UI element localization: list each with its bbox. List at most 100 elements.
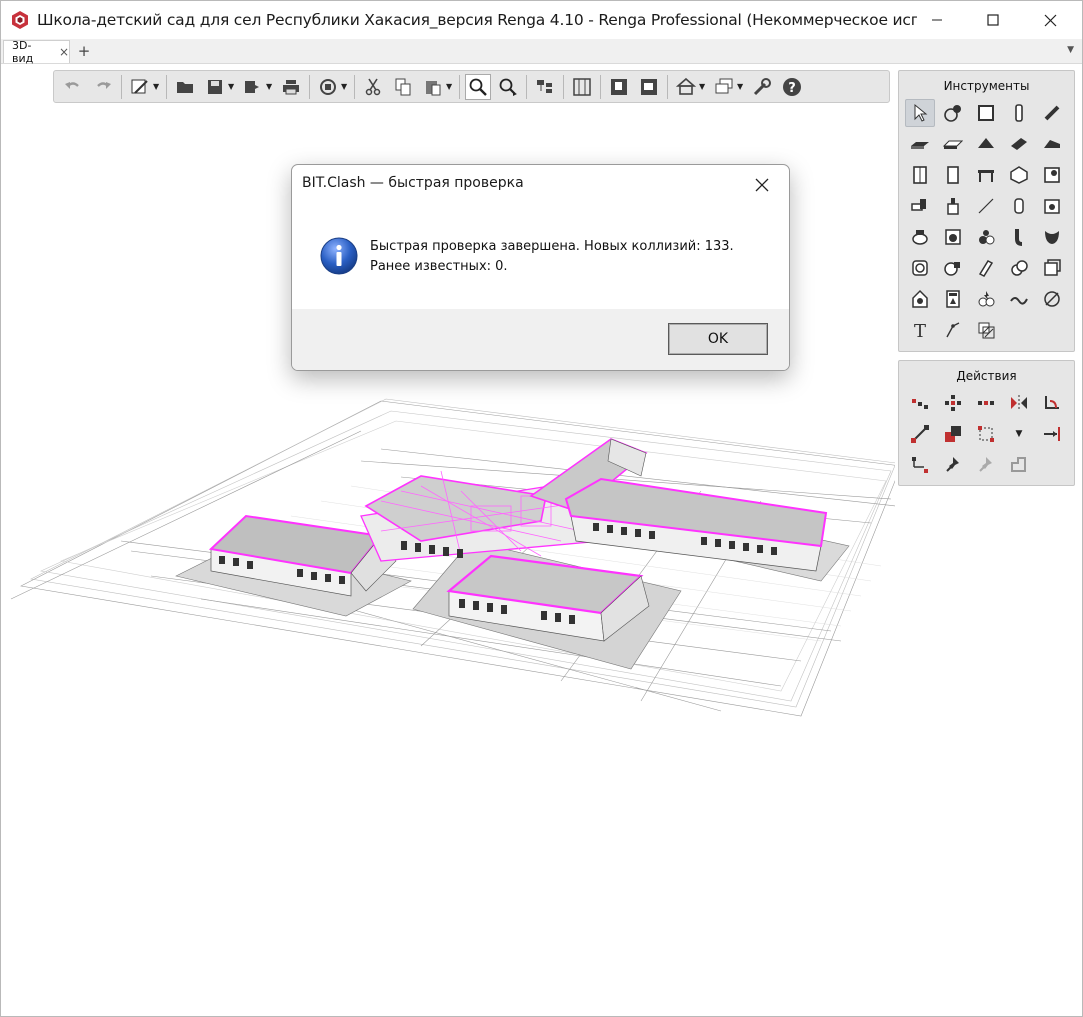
railing-icon — [978, 170, 994, 182]
dropdown-arrow-icon: ▼ — [1015, 429, 1023, 439]
dialog-close-button[interactable] — [747, 171, 777, 199]
select-filter-button[interactable] — [127, 74, 153, 100]
fillet-action[interactable] — [1037, 389, 1067, 417]
stair-tool[interactable] — [1037, 130, 1067, 158]
leader-tool[interactable] — [938, 316, 968, 344]
hatch-tool[interactable] — [971, 316, 1001, 344]
open-button[interactable] — [172, 74, 198, 100]
sync-dropdown-icon[interactable]: ▼ — [341, 82, 349, 91]
slab-tool[interactable] — [938, 130, 968, 158]
export-dropdown-icon[interactable]: ▼ — [266, 82, 274, 91]
beam-tool[interactable] — [1037, 99, 1067, 127]
line-tool[interactable] — [971, 192, 1001, 220]
door-tool[interactable] — [938, 161, 968, 189]
help-button[interactable]: ? — [779, 74, 805, 100]
floor-tool[interactable] — [905, 130, 935, 158]
column-tool[interactable] — [1004, 99, 1034, 127]
sync-button[interactable] — [315, 74, 341, 100]
join-action[interactable] — [905, 451, 935, 479]
cut-button[interactable] — [360, 74, 386, 100]
slab-icon — [943, 140, 963, 149]
tab-close-icon[interactable]: × — [59, 45, 69, 59]
move-action[interactable] — [905, 389, 935, 417]
extend-action[interactable] — [905, 420, 935, 448]
rotate-action[interactable] — [938, 389, 968, 417]
settings-button[interactable] — [749, 74, 775, 100]
duct-tool[interactable] — [905, 254, 935, 282]
air-terminal-tool[interactable] — [1004, 254, 1034, 282]
element-tool[interactable] — [1004, 161, 1034, 189]
layers-dropdown-icon[interactable]: ▼ — [737, 82, 745, 91]
home-view-button[interactable] — [673, 74, 699, 100]
home-view-dropdown-icon[interactable]: ▼ — [699, 82, 707, 91]
array-action[interactable] — [971, 389, 1001, 417]
layers-button[interactable] — [711, 74, 737, 100]
mask-icon — [1045, 231, 1059, 244]
railing-tool[interactable] — [971, 161, 1001, 189]
ok-button[interactable]: OK — [668, 323, 768, 355]
text-tool[interactable]: T — [905, 316, 935, 344]
fitting-tool[interactable] — [1004, 192, 1034, 220]
pipe-tool[interactable] — [905, 192, 935, 220]
box-tool[interactable] — [1037, 254, 1067, 282]
select-filter-dropdown-icon[interactable]: ▼ — [153, 82, 161, 91]
scale-action[interactable] — [938, 420, 968, 448]
window-tool[interactable] — [905, 161, 935, 189]
print-button[interactable] — [278, 74, 304, 100]
washer-tool[interactable] — [938, 223, 968, 251]
add-tab-button[interactable]: + — [75, 42, 93, 60]
plumbing-icon — [912, 230, 928, 245]
mirror-icon — [1011, 395, 1027, 411]
paste-dropdown-icon[interactable]: ▼ — [446, 82, 454, 91]
zoom-button[interactable] — [465, 73, 491, 100]
wire-tool[interactable] — [1004, 285, 1034, 313]
save-button[interactable] — [202, 74, 228, 100]
select-tool[interactable] — [905, 99, 935, 127]
electrical-device-tool[interactable] — [971, 285, 1001, 313]
more-actions-dropdown[interactable]: ▼ — [1004, 420, 1034, 448]
ramp-tool[interactable] — [1004, 130, 1034, 158]
duct-fitting-tool[interactable] — [1004, 223, 1034, 251]
maximize-icon — [987, 14, 999, 26]
dimension-tool[interactable] — [1037, 285, 1067, 313]
axis-tool[interactable] — [938, 99, 968, 127]
mask-tool[interactable] — [1037, 223, 1067, 251]
close-window-button[interactable] — [1022, 1, 1078, 39]
toolbar-separator — [526, 74, 527, 99]
paste-button[interactable] — [420, 74, 446, 100]
export-button[interactable] — [240, 74, 266, 100]
maximize-button[interactable] — [965, 1, 1021, 39]
opening-tool[interactable] — [1037, 161, 1067, 189]
redo-button[interactable] — [90, 74, 116, 100]
mechanical-tool[interactable] — [1037, 192, 1067, 220]
views-button[interactable] — [606, 74, 632, 100]
unpin-action[interactable] — [971, 451, 1001, 479]
building-model — [208, 438, 828, 642]
duct-segment-tool[interactable] — [971, 254, 1001, 282]
copy-button[interactable] — [390, 74, 416, 100]
trim-action[interactable] — [1037, 420, 1067, 448]
equipment-tool[interactable] — [938, 192, 968, 220]
view-grid-button[interactable] — [569, 74, 595, 100]
tab-list-chevron-icon[interactable]: ▼ — [1067, 45, 1074, 55]
undo-button[interactable] — [60, 74, 86, 100]
properties-button[interactable] — [532, 74, 558, 100]
levels-button[interactable] — [636, 74, 662, 100]
dialog-body: Быстрая проверка завершена. Новых коллиз… — [292, 203, 789, 309]
plumbing-tool[interactable] — [905, 223, 935, 251]
stretch-action[interactable] — [971, 420, 1001, 448]
zoom-extents-button[interactable] — [495, 74, 521, 100]
save-dropdown-icon[interactable]: ▼ — [228, 82, 236, 91]
mirror-action[interactable] — [1004, 389, 1034, 417]
boundary-action[interactable] — [1004, 451, 1034, 479]
fan-tool[interactable] — [938, 254, 968, 282]
valve-tool[interactable] — [971, 223, 1001, 251]
tab-3d-view[interactable]: 3D-вид × — [3, 39, 70, 65]
pin-action[interactable] — [938, 451, 968, 479]
roof-tool[interactable] — [971, 130, 1001, 158]
save-icon — [208, 79, 222, 94]
electrical-panel-tool[interactable] — [938, 285, 968, 313]
lighting-tool[interactable] — [905, 285, 935, 313]
minimize-button[interactable] — [909, 1, 965, 39]
wall-tool[interactable] — [971, 99, 1001, 127]
